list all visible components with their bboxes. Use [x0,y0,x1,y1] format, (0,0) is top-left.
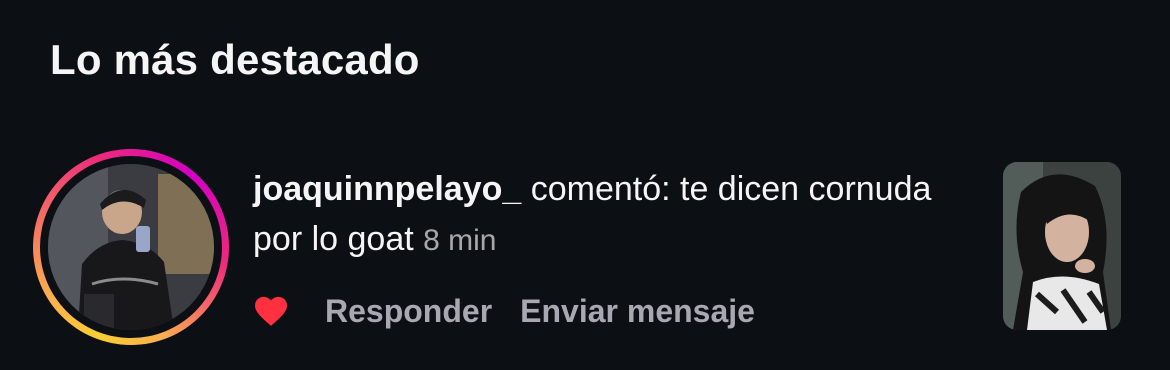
avatar-photo-icon [48,164,214,330]
story-ring[interactable] [33,149,229,345]
send-message-button[interactable]: Enviar mensaje [520,293,755,330]
reply-button[interactable]: Responder [325,293,492,330]
avatar[interactable] [48,164,214,330]
comment-actions: Responder Enviar mensaje [253,286,783,336]
post-thumbnail[interactable] [1003,162,1121,330]
timestamp: 8 min [423,224,497,257]
username[interactable]: joaquinnpelayo_ [253,170,521,208]
comment-notification[interactable]: joaquinnpelayo_ comentó: te dicen cornud… [0,140,1170,360]
post-thumbnail-icon [1003,162,1121,330]
section-title: Lo más destacado [50,36,420,83]
comment-text[interactable]: joaquinnpelayo_ comentó: te dicen cornud… [253,164,953,266]
avatar-ring-gap [40,156,222,338]
heart-icon[interactable] [253,295,289,327]
